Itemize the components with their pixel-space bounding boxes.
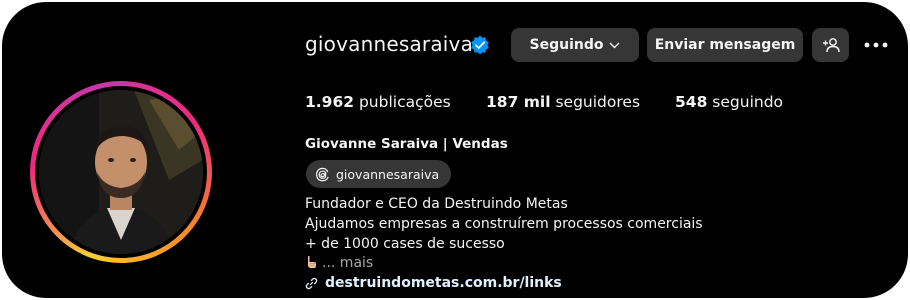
external-link[interactable]: destruindometas.com.br/links [305, 275, 562, 291]
story-ring[interactable] [30, 81, 212, 263]
verified-badge-icon [471, 35, 489, 55]
more-options-icon[interactable] [863, 35, 889, 55]
add-person-icon [822, 38, 840, 53]
posts-count: 1.962 publicações [305, 93, 451, 111]
following-button-label: Seguindo [529, 37, 604, 53]
bio-line: Ajudamos empresas a construírem processo… [305, 216, 703, 232]
following-link[interactable]: 548 seguindo [675, 93, 783, 111]
profile-header: giovannesaraiva Seguindo Enviar mensagem… [0, 0, 910, 300]
following-button[interactable]: Seguindo [511, 28, 639, 62]
send-message-button[interactable]: Enviar mensagem [647, 28, 803, 62]
see-more-link[interactable]: ... mais [322, 255, 373, 271]
bio-line: Fundador e CEO da Destruindo Metas [305, 196, 568, 212]
avatar[interactable] [39, 90, 203, 254]
username: giovannesaraiva [305, 32, 474, 56]
suggest-people-button[interactable] [812, 28, 849, 62]
link-icon [305, 277, 318, 289]
full-name: Giovanne Saraiva | Vendas [305, 136, 508, 152]
threads-badge[interactable]: giovannesaraiva [306, 160, 452, 188]
send-message-label: Enviar mensagem [654, 37, 796, 53]
bio-more-row: ... mais [305, 255, 373, 271]
followers-link[interactable]: 187 mil seguidores [486, 93, 640, 111]
bio-line: + de 1000 cases de sucesso [305, 236, 505, 252]
chevron-down-icon [609, 42, 620, 48]
threads-icon [316, 167, 329, 181]
pointing-hand-icon [308, 255, 316, 268]
threads-handle: giovannesaraiva [336, 166, 440, 182]
link-text: destruindometas.com.br/links [325, 275, 562, 291]
